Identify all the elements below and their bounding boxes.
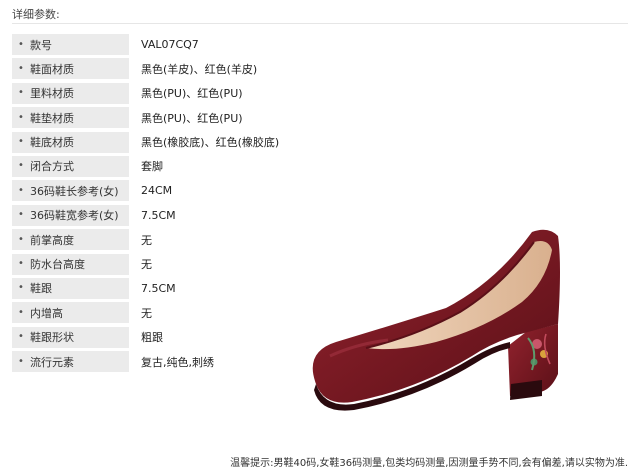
spec-value: 无 [141,306,152,320]
bullet-icon: • [18,136,24,148]
bullet-icon: • [18,331,24,343]
bullet-icon: • [18,258,24,270]
spec-label: 鞋垫材质 [30,111,74,125]
spec-label: 流行元素 [30,355,74,369]
spec-value: 黑色(PU)、红色(PU) [141,111,243,125]
spec-row: • 鞋垫材质 黑色(PU)、红色(PU) [12,106,372,130]
footer-disclaimer: 温馨提示:男鞋40码,女鞋36码测量,包类均码测量,因测量手势不同,会有偏差,请… [230,458,628,469]
spec-value: 黑色(橡胶底)、红色(橡胶底) [141,136,280,150]
spec-label: 前掌高度 [30,233,74,247]
spec-row: • 款号 VAL07CQ7 [12,33,372,57]
section-title: 详细参数: [12,8,60,21]
spec-label-cell: • 鞋跟 [12,277,129,299]
spec-label-cell: • 防水台高度 [12,253,129,275]
spec-label-cell: • 里料材质 [12,82,129,104]
spec-value: 套脚 [141,160,163,174]
spec-row: • 鞋面材质 黑色(羊皮)、红色(羊皮) [12,57,372,81]
spec-label: 防水台高度 [30,258,85,272]
spec-label-cell: • 鞋跟形状 [12,326,129,348]
spec-row: • 里料材质 黑色(PU)、红色(PU) [12,82,372,106]
spec-label-cell: • 鞋垫材质 [12,107,129,129]
spec-label-cell: • 鞋底材质 [12,131,129,153]
spec-row: • 36码鞋长参考(女) 24CM [12,179,372,203]
spec-value: 无 [141,258,152,272]
red-suede-pump-illustration [312,229,560,411]
spec-value: 黑色(羊皮)、红色(羊皮) [141,62,258,76]
bullet-icon: • [18,355,24,367]
bullet-icon: • [18,233,24,245]
bullet-icon: • [18,306,24,318]
spec-label: 里料材质 [30,87,74,101]
spec-label: 款号 [30,38,52,52]
spec-value: 24CM [141,184,173,198]
spec-label: 鞋底材质 [30,136,74,150]
spec-row: • 闭合方式 套脚 [12,155,372,179]
spec-label-cell: • 闭合方式 [12,155,129,177]
bullet-icon: • [18,111,24,123]
spec-label: 36码鞋长参考(女) [30,184,119,198]
bullet-icon: • [18,209,24,221]
spec-label-cell: • 流行元素 [12,351,129,373]
spec-value: 黑色(PU)、红色(PU) [141,87,243,101]
spec-value: 复古,纯色,刺绣 [141,355,214,369]
spec-row: • 鞋底材质 黑色(橡胶底)、红色(橡胶底) [12,131,372,155]
product-image-shoe [296,224,580,430]
spec-label: 36码鞋宽参考(女) [30,209,119,223]
spec-value: 7.5CM [141,208,176,222]
spec-value: 粗跟 [141,331,163,345]
spec-value: VAL07CQ7 [141,38,199,51]
title-divider [12,23,628,24]
bullet-icon: • [18,62,24,74]
spec-value: 7.5CM [141,281,176,295]
bullet-icon: • [18,160,24,172]
spec-label-cell: • 内增高 [12,302,129,324]
spec-label: 闭合方式 [30,160,74,174]
spec-label: 鞋跟形状 [30,331,74,345]
spec-value: 无 [141,233,152,247]
bullet-icon: • [18,87,24,99]
spec-label: 鞋跟 [30,282,52,296]
bullet-icon: • [18,38,24,50]
spec-label: 鞋面材质 [30,62,74,76]
spec-label-cell: • 36码鞋宽参考(女) [12,204,129,226]
bullet-icon: • [18,282,24,294]
bullet-icon: • [18,184,24,196]
spec-label: 内增高 [30,306,63,320]
spec-label-cell: • 鞋面材质 [12,58,129,80]
spec-label-cell: • 前掌高度 [12,229,129,251]
spec-label-cell: • 款号 [12,34,129,55]
spec-label-cell: • 36码鞋长参考(女) [12,180,129,202]
